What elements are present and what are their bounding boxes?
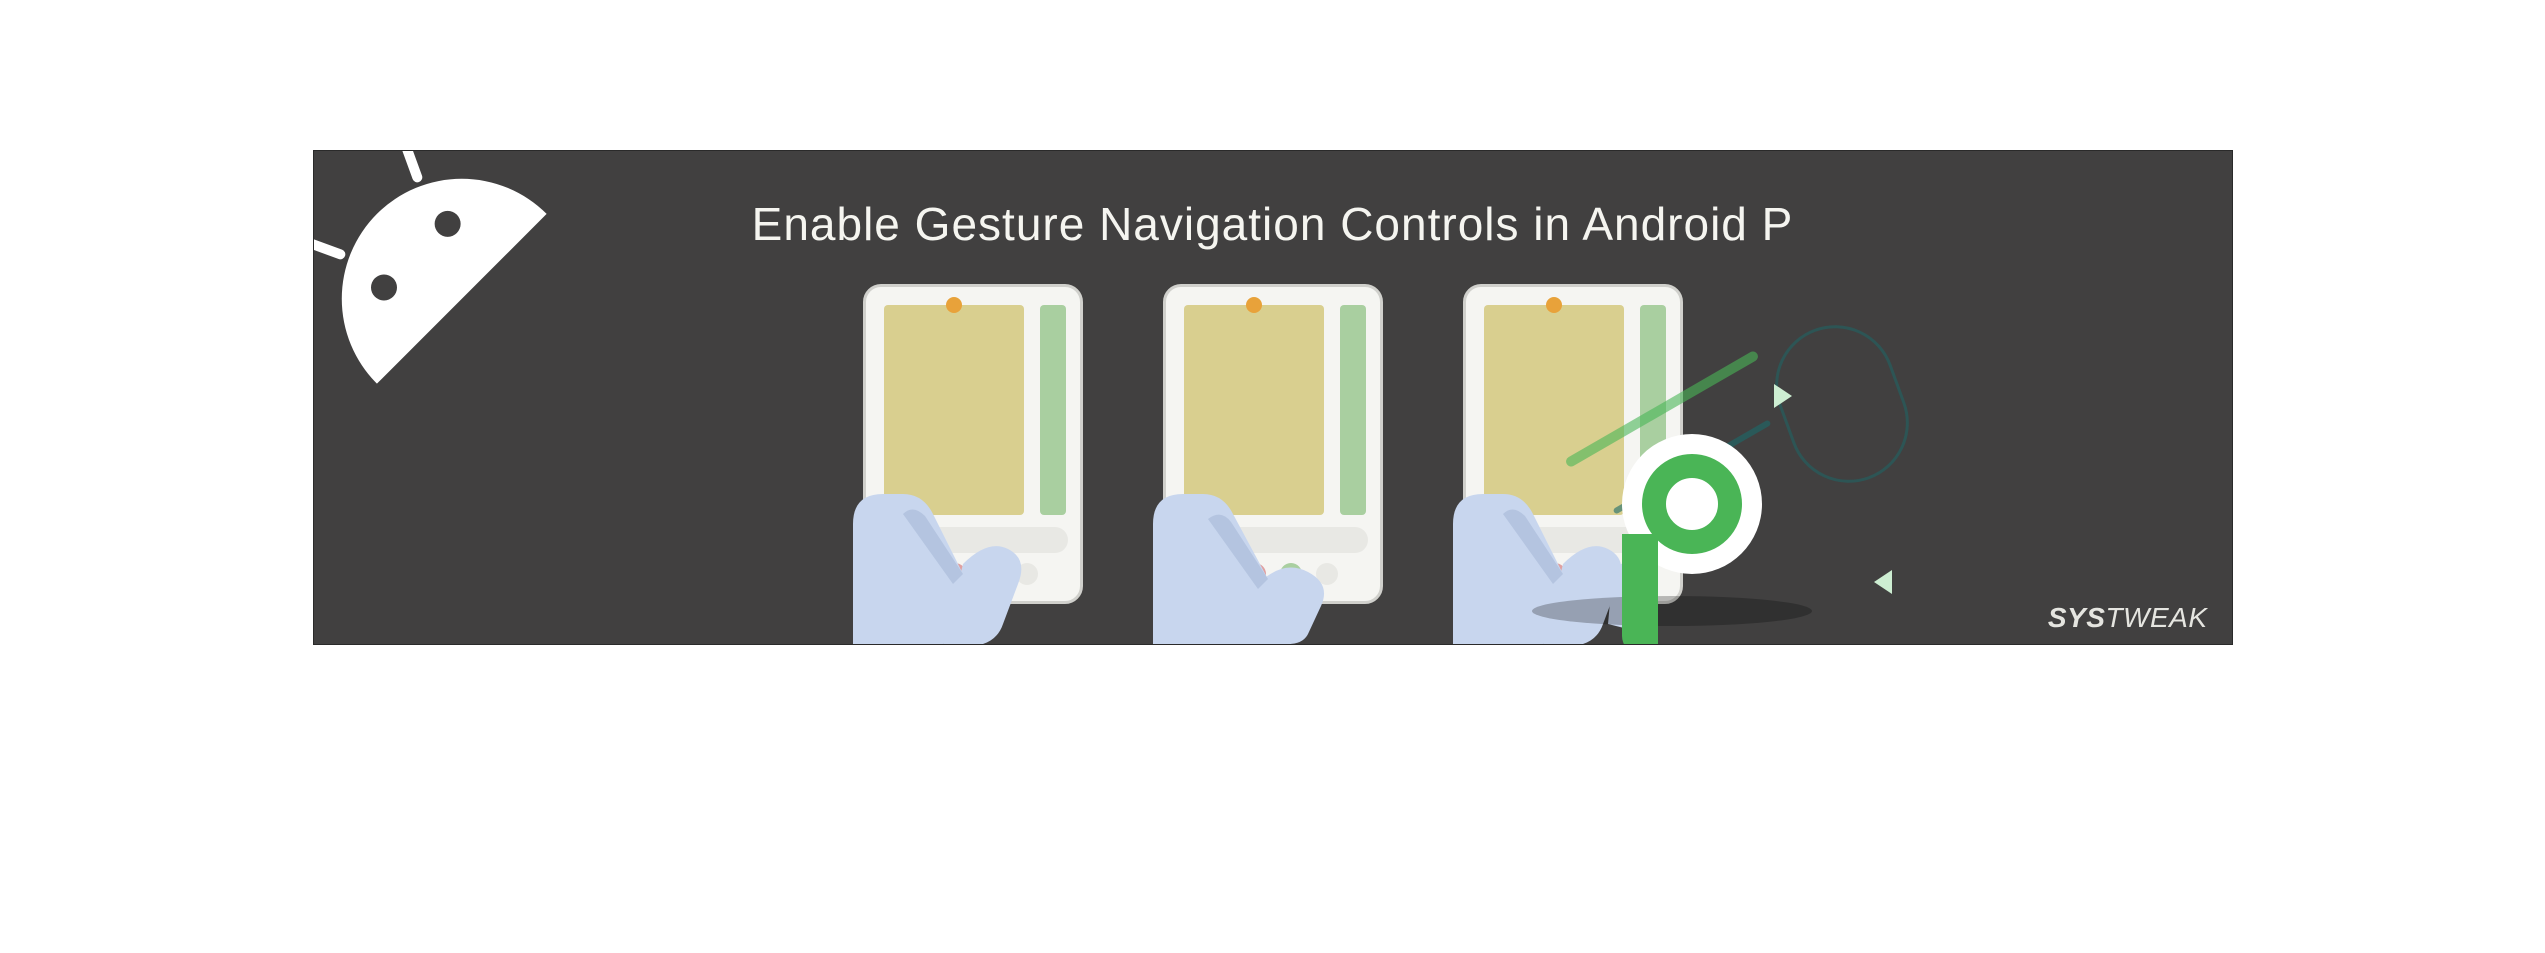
triangle-icon	[1874, 570, 1892, 594]
p-logo-stem-icon	[1622, 534, 1658, 645]
watermark-light: TWEAK	[2105, 602, 2207, 633]
pin-icon	[946, 297, 962, 313]
phone-gesture-illustration	[1143, 284, 1403, 644]
triangle-icon	[1774, 384, 1792, 408]
phone-gesture-illustration	[843, 284, 1103, 644]
pin-icon	[1246, 297, 1262, 313]
hand-icon	[813, 424, 1073, 644]
banner-title: Enable Gesture Navigation Controls in An…	[314, 197, 2232, 251]
promo-banner: Enable Gesture Navigation Controls in An…	[313, 150, 2233, 645]
android-antenna-icon	[393, 150, 423, 184]
pin-icon	[1546, 297, 1562, 313]
watermark-bold: SYS	[2048, 602, 2106, 633]
systweak-watermark: SYSTWEAK	[2048, 602, 2208, 634]
android-dome-icon	[313, 150, 547, 384]
hand-icon	[1113, 424, 1373, 644]
android-p-logo-icon	[1612, 434, 1792, 645]
